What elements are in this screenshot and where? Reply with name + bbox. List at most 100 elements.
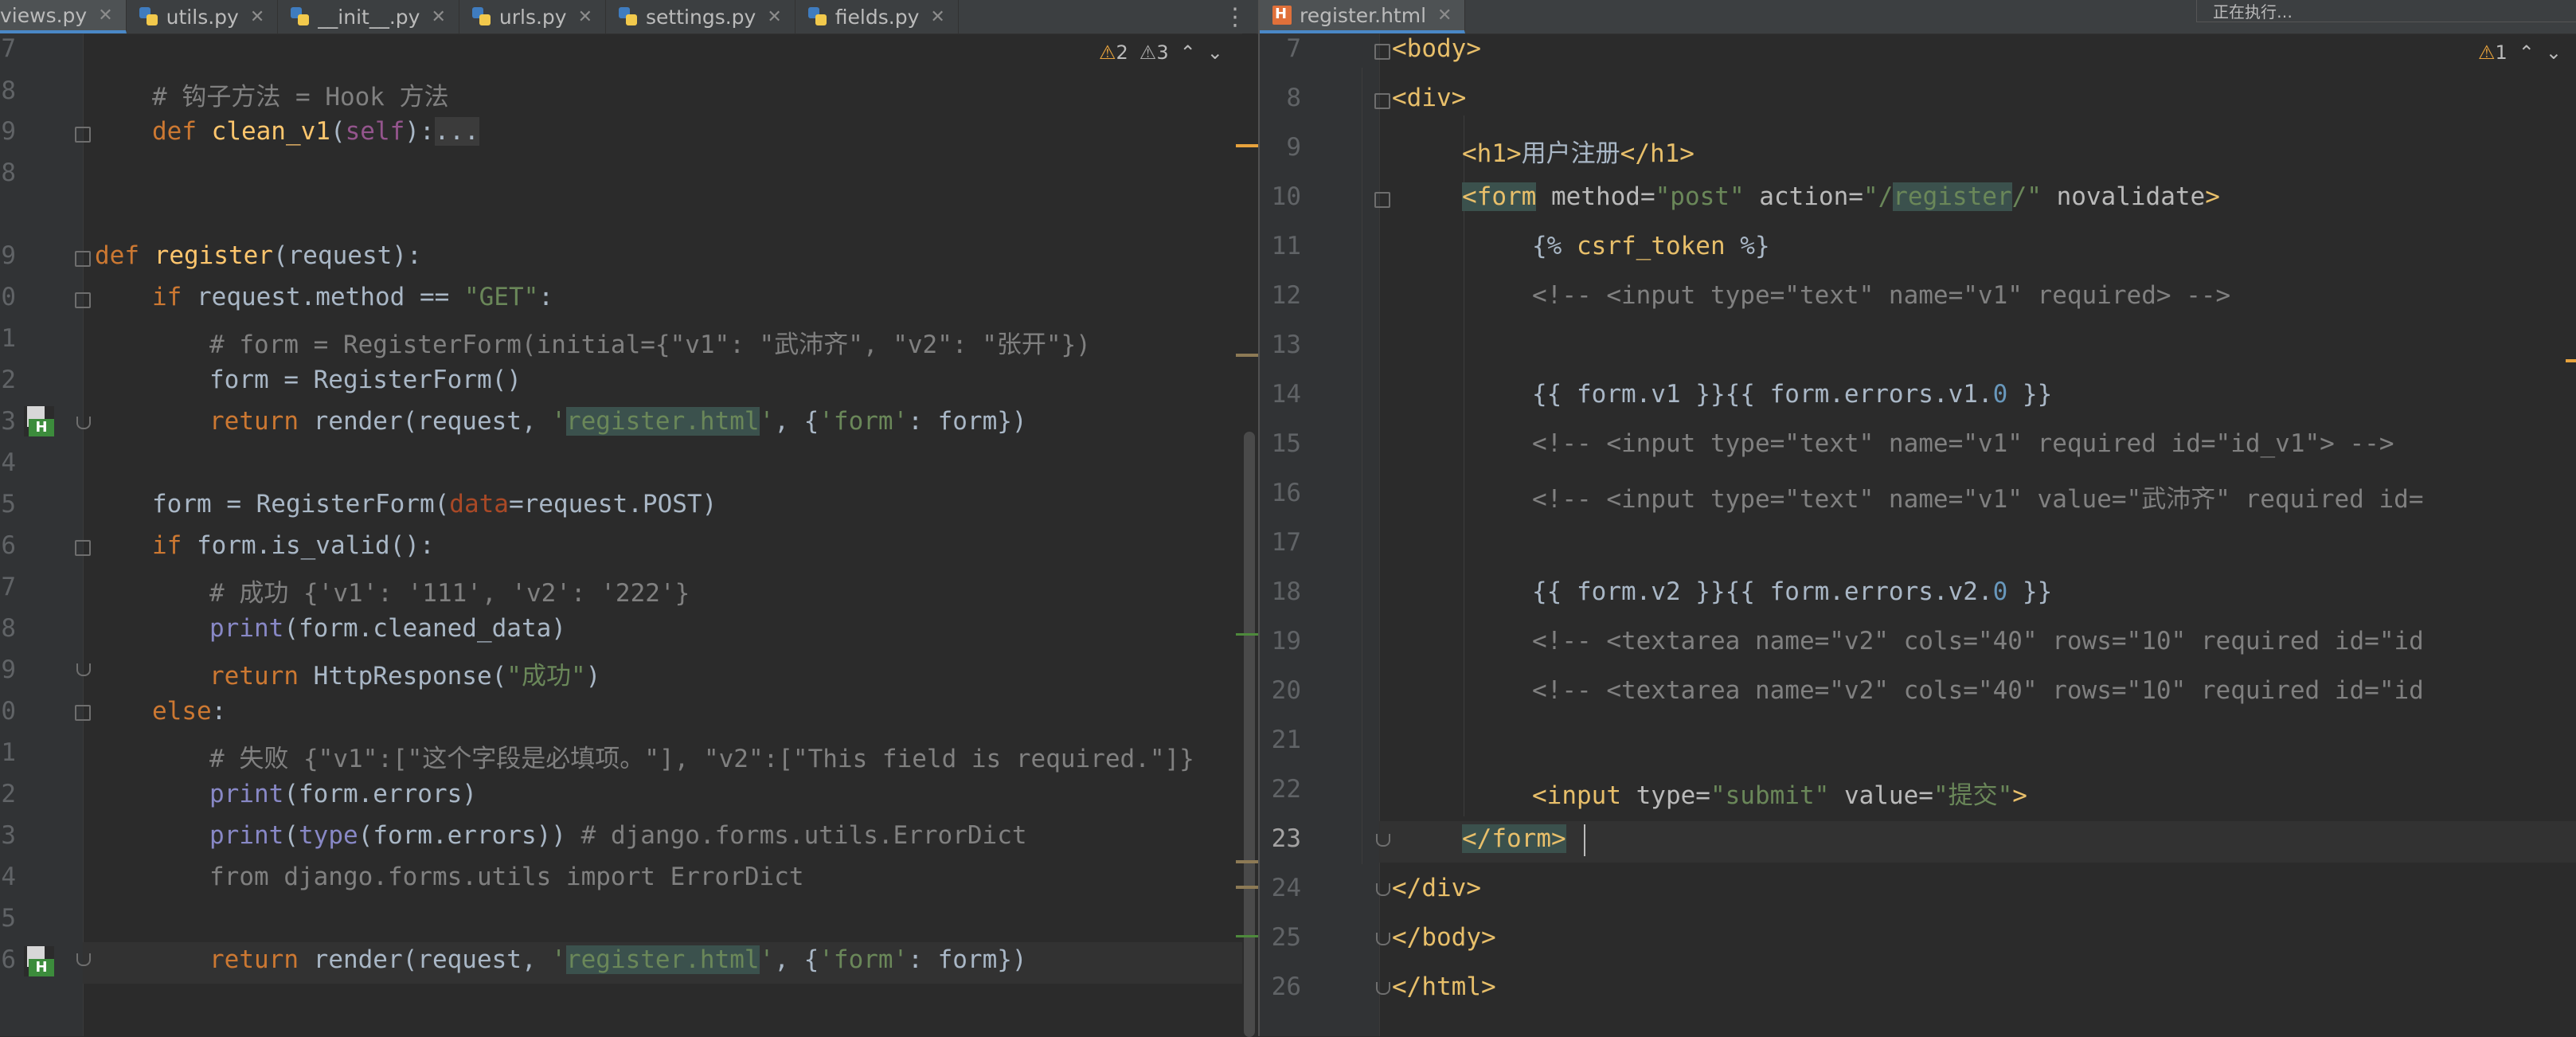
line-number: 8 <box>1286 84 1301 112</box>
close-icon[interactable]: ✕ <box>250 7 264 27</box>
code-line[interactable]: form = RegisterForm(data=request.POST) <box>152 490 717 518</box>
close-icon[interactable]: ✕ <box>930 7 944 27</box>
right-editor-pane: register.html ✕ 7 8 9 10 11 12 13 14 15 16 17 18 19 2… <box>1260 0 2576 1036</box>
python-file-icon <box>291 7 310 26</box>
line-number: 3 <box>1 407 16 436</box>
code-line[interactable]: def register(request): <box>95 241 422 270</box>
django-template-link-icon[interactable]: H <box>24 946 54 976</box>
fold-end-icon[interactable] <box>76 663 91 676</box>
fold-marker-icon[interactable] <box>75 251 91 267</box>
tab-label: register.html <box>1300 3 1427 27</box>
code-line[interactable]: </form> <box>1462 824 1566 853</box>
change-marker[interactable] <box>1236 633 1258 636</box>
tab-label: fields.py <box>835 5 920 29</box>
code-line[interactable]: # 失败 {"v1":["这个字段是必填项。"], "v2":["This fi… <box>209 738 1194 774</box>
django-template-link-icon[interactable]: H <box>24 406 54 436</box>
code-line[interactable]: <body> <box>1392 34 1481 63</box>
warning-marker[interactable] <box>2566 359 2576 362</box>
tab-fields-py[interactable]: fields.py ✕ <box>795 0 959 33</box>
code-line[interactable]: <!-- <input type="text" name="v1" requir… <box>1532 429 2394 458</box>
code-line[interactable]: # form = RegisterForm(initial={"v1": "武沛… <box>209 324 1091 360</box>
tab-utils-py[interactable]: utils.py ✕ <box>127 0 279 33</box>
code-line[interactable]: else: <box>152 697 226 726</box>
code-line[interactable]: {{ form.v2 }}{{ form.errors.v2.0 }} <box>1532 577 2052 606</box>
code-line[interactable]: </body> <box>1392 923 1496 952</box>
chevron-up-icon[interactable]: ⌃ <box>1180 41 1196 64</box>
line-number: 25 <box>1271 923 1301 952</box>
close-icon[interactable]: ✕ <box>98 6 112 25</box>
code-line[interactable]: {{ form.v1 }}{{ form.errors.v1.0 }} <box>1532 380 2052 409</box>
fold-marker-icon[interactable] <box>75 705 91 721</box>
close-icon[interactable]: ✕ <box>1437 6 1452 25</box>
fold-end-icon[interactable] <box>1376 883 1390 896</box>
ide-window: views.py ✕ utils.py ✕ __init__.py ✕ urls… <box>0 0 2576 1037</box>
change-marker[interactable] <box>1236 935 1258 937</box>
line-number: 9 <box>1 117 16 146</box>
tab-label: settings.py <box>646 5 756 29</box>
close-icon[interactable]: ✕ <box>578 7 592 27</box>
fold-end-icon[interactable] <box>76 953 91 966</box>
code-line[interactable]: </div> <box>1392 874 1481 902</box>
fold-marker-icon[interactable] <box>75 292 91 308</box>
code-line[interactable]: return render(request, 'register.html', … <box>209 407 1027 436</box>
weak-warning-marker[interactable] <box>1236 860 1258 863</box>
code-line[interactable]: print(form.cleaned_data) <box>209 614 566 643</box>
code-line[interactable]: return HttpResponse("成功") <box>209 655 600 691</box>
tab-settings-py[interactable]: settings.py ✕ <box>606 0 795 33</box>
warning-marker[interactable] <box>1236 144 1258 147</box>
weak-warning-marker[interactable] <box>1236 886 1258 889</box>
fold-marker-icon[interactable] <box>1374 192 1390 208</box>
warning-count: 1 <box>2495 41 2508 64</box>
fold-end-icon[interactable] <box>1376 933 1390 945</box>
code-line[interactable]: def clean_v1(self):... <box>152 117 479 146</box>
fold-marker-icon[interactable] <box>1374 44 1390 60</box>
tab-init-py[interactable]: __init__.py ✕ <box>278 0 459 33</box>
weak-warning-marker[interactable] <box>1236 354 1258 357</box>
fold-end-icon[interactable] <box>1376 834 1390 847</box>
line-number: 1 <box>1 738 16 767</box>
code-line[interactable]: <!-- <input type="text" name="v1" requir… <box>1532 281 2230 310</box>
line-number: 13 <box>1271 331 1301 359</box>
code-line[interactable]: print(type(form.errors)) # django.forms.… <box>209 821 1027 850</box>
more-tabs-icon[interactable]: ⋮ <box>1223 0 1258 33</box>
fold-marker-icon[interactable] <box>75 540 91 556</box>
chevron-down-icon[interactable]: ⌄ <box>2546 41 2562 64</box>
code-line[interactable]: if request.method == "GET": <box>152 283 553 311</box>
python-file-icon <box>139 7 158 26</box>
code-line[interactable]: <!-- <textarea name="v2" cols="40" rows=… <box>1532 627 2424 655</box>
tab-views-py[interactable]: views.py ✕ <box>0 0 127 33</box>
tab-urls-py[interactable]: urls.py ✕ <box>459 0 607 33</box>
inspection-widget[interactable]: ⚠2 ⚠3 ⌃ ⌄ <box>1099 41 1223 64</box>
line-number: 4 <box>1 863 16 891</box>
inspection-widget[interactable]: ⚠1 ⌃ ⌄ <box>2478 41 2562 64</box>
code-line[interactable]: <input type="submit" value="提交"> <box>1532 775 2027 811</box>
code-line[interactable]: # 钩子方法 = Hook 方法 <box>152 76 449 112</box>
progress-popup: 正在执行… <box>2196 0 2576 22</box>
python-file-icon <box>619 7 638 26</box>
tab-register-html[interactable]: register.html ✕ <box>1260 0 1466 33</box>
close-icon[interactable]: ✕ <box>767 7 781 27</box>
close-icon[interactable]: ✕ <box>431 7 445 27</box>
fold-end-icon[interactable] <box>76 417 91 429</box>
chevron-up-icon[interactable]: ⌃ <box>2519 41 2535 64</box>
fold-end-icon[interactable] <box>1376 982 1390 995</box>
fold-marker-icon[interactable] <box>75 127 91 143</box>
code-line[interactable]: print(form.errors) <box>209 780 477 808</box>
line-number: 0 <box>1 697 16 726</box>
code-line[interactable]: from django.forms.utils import ErrorDict <box>209 863 804 891</box>
chevron-down-icon[interactable]: ⌄ <box>1207 41 1223 64</box>
code-line[interactable]: <form method="post" action="/register/" … <box>1462 182 2220 211</box>
code-line[interactable]: if form.is_valid(): <box>152 531 435 560</box>
code-line[interactable]: <h1>用户注册</h1> <box>1462 133 1695 169</box>
warning-icon: ⚠ <box>2478 41 2496 64</box>
code-line[interactable]: <!-- <input type="text" name="v1" value=… <box>1532 479 2424 515</box>
fold-marker-icon[interactable] <box>1374 93 1390 109</box>
code-line[interactable]: form = RegisterForm() <box>209 366 522 394</box>
code-line[interactable]: {% csrf_token %} <box>1532 232 1770 260</box>
scrollbar-thumb[interactable] <box>1244 432 1255 1037</box>
code-line[interactable]: # 成功 {'v1': '111', 'v2': '222'} <box>209 573 690 609</box>
code-line[interactable]: return render(request, 'register.html', … <box>209 945 1027 974</box>
code-line[interactable]: <!-- <textarea name="v2" cols="40" rows=… <box>1532 676 2424 705</box>
code-line[interactable]: <div> <box>1392 84 1466 112</box>
code-line[interactable]: </html> <box>1392 972 1496 1001</box>
